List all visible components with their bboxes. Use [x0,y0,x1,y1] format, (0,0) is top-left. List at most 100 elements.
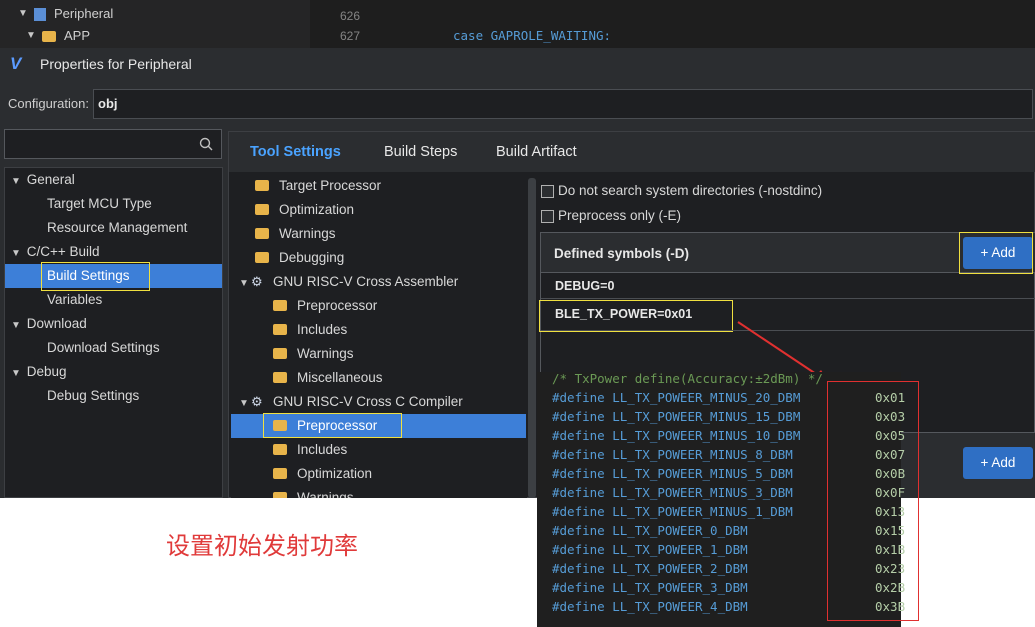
tool-item-target-processor[interactable]: Target Processor [255,174,381,198]
configuration-row: Configuration: obj [0,86,1035,122]
chevron-down-icon[interactable]: ▼ [239,392,251,416]
tab-build-artifact[interactable]: Build Artifact [496,132,577,172]
editor-strip: ▼ Peripheral ▼ APP 626 627 case GAPROLE_… [0,0,1035,48]
tool-tree-scrollbar[interactable] [528,178,536,498]
symbol-item[interactable]: BLE_TX_POWER=0x01 [555,307,692,321]
define-name: #define LL_TX_POWEER_MINUS_5_DBM [552,466,793,481]
project-explorer: ▼ Peripheral ▼ APP [0,0,310,48]
tree-item-general[interactable]: ▼ General [11,168,75,192]
add-undef-symbol-button[interactable]: + Add [963,447,1033,479]
tree-item-variables[interactable]: Variables [47,288,102,312]
line-number: 626 [340,9,361,23]
tab-build-steps[interactable]: Build Steps [384,132,457,172]
tool-item-label: Preprocessor [297,418,378,433]
dialog-titlebar: V Properties for Peripheral [0,48,1035,80]
define-name: #define LL_TX_POWEER_MINUS_1_DBM [552,504,793,519]
tree-item-label: C/C++ Build [26,244,100,259]
tool-item-label: GNU RISC-V Cross C Compiler [273,394,463,409]
defined-symbols-title: Defined symbols (-D) [554,246,690,261]
folder-icon [273,347,287,359]
define-name: #define LL_TX_POWEER_2_DBM [552,561,748,576]
chevron-down-icon[interactable]: ▼ [11,242,23,266]
tree-item-resource-management[interactable]: Resource Management [47,216,187,240]
explorer-item-peripheral[interactable]: ▼ Peripheral [18,3,113,25]
folder-icon [273,467,287,479]
tool-item-c-preprocessor[interactable]: Preprocessor [231,414,526,438]
tree-item-label: Debug [26,364,67,379]
tool-item-asm-includes[interactable]: Includes [273,318,347,342]
chevron-down-icon[interactable]: ▼ [11,362,23,386]
define-name: #define LL_TX_POWEER_1_DBM [552,542,748,557]
tool-item-warnings[interactable]: Warnings [255,222,336,246]
chevron-down-icon[interactable]: ▼ [18,3,34,25]
code-comment: /* TxPower define(Accuracy:±2dBm) */ [552,371,823,386]
tool-item-asm-preprocessor[interactable]: Preprocessor [273,294,377,318]
define-name: #define LL_TX_POWEER_MINUS_15_DBM [552,409,801,424]
tree-item-download[interactable]: ▼ Download [11,312,87,336]
search-icon [199,137,213,151]
tool-item-c-compiler[interactable]: ▼ ⚙ GNU RISC-V Cross C Compiler [239,390,463,414]
tool-item-label: Includes [297,322,348,337]
gear-icon: ⚙ [251,274,263,289]
tool-item-label: Optimization [279,202,355,217]
tool-item-c-warnings[interactable]: Warnings [273,486,354,498]
tool-item-optimization[interactable]: Optimization [255,198,354,222]
dialog-title: Properties for Peripheral [40,56,192,72]
caption-text: 设置初始发射功率 [166,533,358,560]
tool-item-label: Debugging [279,250,345,265]
folder-icon [273,299,287,311]
explorer-item-label: Peripheral [54,6,114,21]
define-name: #define LL_TX_POWEER_3_DBM [552,580,748,595]
filter-input[interactable] [4,129,222,159]
nostdinc-label: Do not search system directories (-nostd… [558,183,823,198]
annotation-box [827,381,919,621]
tree-item-debug-settings[interactable]: Debug Settings [47,384,139,408]
tree-item-cc-build[interactable]: ▼ C/C++ Build [11,240,100,264]
folder-icon [255,227,269,239]
folder-icon [255,251,269,263]
tab-bar: Tool Settings Build Steps Build Artifact [229,132,1035,172]
explorer-item-app[interactable]: ▼ APP [26,25,90,47]
symbol-item[interactable]: DEBUG=0 [555,279,614,293]
tool-item-assembler[interactable]: ▼ ⚙ GNU RISC-V Cross Assembler [239,270,458,294]
tree-item-debug[interactable]: ▼ Debug [11,360,67,384]
tool-item-asm-miscellaneous[interactable]: Miscellaneous [273,366,383,390]
app-logo-icon: V [10,54,22,73]
gear-icon: ⚙ [251,394,263,409]
chevron-down-icon[interactable]: ▼ [11,314,23,338]
define-name: #define LL_TX_POWEER_MINUS_8_DBM [552,447,793,462]
tool-item-label: Optimization [297,466,373,481]
folder-icon [273,491,287,498]
tree-item-target-mcu-type[interactable]: Target MCU Type [47,192,152,216]
tool-item-c-includes[interactable]: Includes [273,438,347,462]
tool-item-label: Target Processor [279,178,382,193]
tree-item-download-settings[interactable]: Download Settings [47,336,160,360]
chevron-down-icon[interactable]: ▼ [26,25,42,47]
tool-item-c-optimization[interactable]: Optimization [273,462,372,486]
tool-item-label: Warnings [297,490,354,498]
project-icon [34,7,46,21]
tool-item-label: Preprocessor [297,298,378,313]
tree-item-label: Download [26,316,87,331]
tool-item-asm-warnings[interactable]: Warnings [273,342,354,366]
tool-item-debugging[interactable]: Debugging [255,246,344,270]
tool-item-label: Warnings [279,226,336,241]
folder-icon [273,443,287,455]
nostdinc-checkbox[interactable] [541,185,554,198]
folder-icon [255,179,269,191]
tree-item-build-settings[interactable]: Build Settings [5,264,222,288]
divider [541,298,1035,299]
explorer-item-label: APP [64,28,91,43]
add-symbol-button[interactable]: + Add [963,237,1033,269]
tool-item-label: Warnings [297,346,354,361]
line-number: 627 [340,29,361,43]
tool-item-label: Includes [297,442,348,457]
chevron-down-icon[interactable]: ▼ [239,272,251,296]
configuration-select[interactable]: obj [93,89,1033,119]
tab-tool-settings[interactable]: Tool Settings [250,132,341,172]
defined-symbols-header: Defined symbols (-D) [541,233,1035,273]
folder-icon [273,371,287,383]
define-name: #define LL_TX_POWEER_0_DBM [552,523,748,538]
chevron-down-icon[interactable]: ▼ [11,170,23,194]
preprocess-only-checkbox[interactable] [541,210,554,223]
